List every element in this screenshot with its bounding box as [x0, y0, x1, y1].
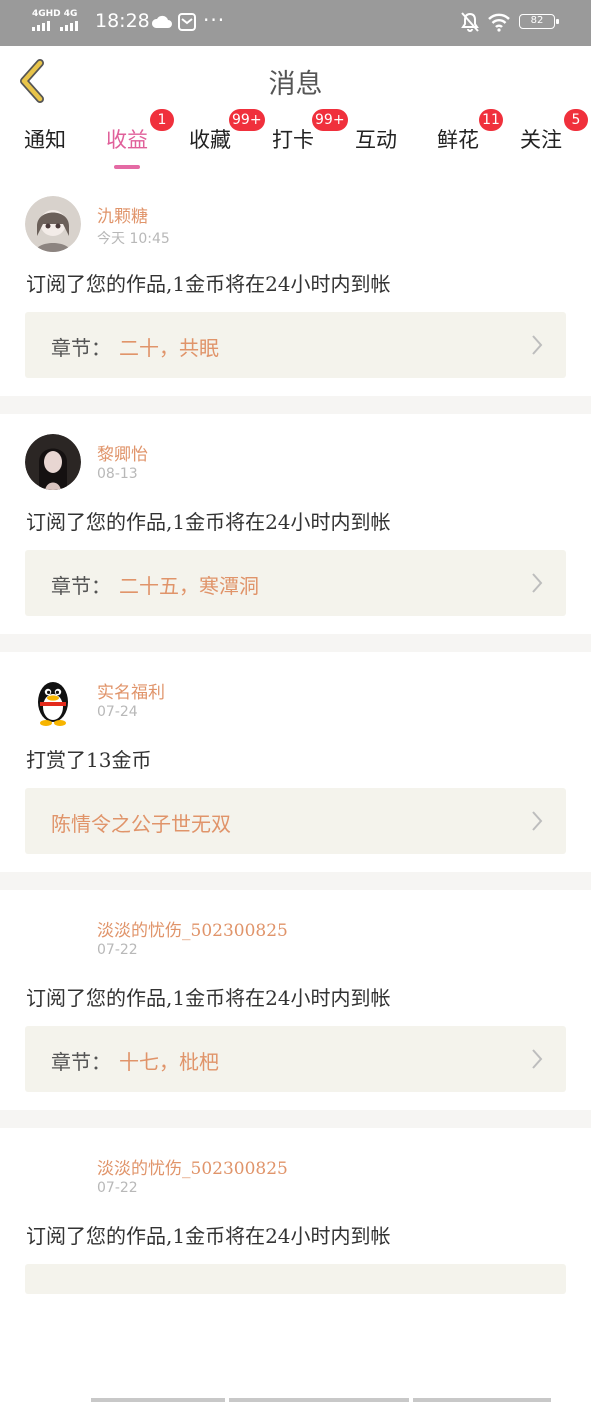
list-item[interactable]: 实名福利 07-24 打赏了13金币 陈情令之公子世无双	[0, 652, 591, 872]
tab-label: 关注	[520, 128, 562, 152]
divider	[0, 396, 591, 414]
chevron-right-icon	[532, 573, 543, 593]
unread-badge: 1	[150, 109, 174, 131]
chapter-label: 章节：	[51, 574, 111, 598]
chapter-link[interactable]: 章节： 二十五，寒潭洞	[25, 550, 566, 616]
tab-label: 鲜花	[437, 128, 479, 152]
sender-name[interactable]: 淡淡的忧伤_502300825	[97, 1154, 288, 1179]
chapter-title: 十七，枇杷	[119, 1050, 219, 1074]
message-date: 07-22	[97, 942, 138, 958]
tab-bar: 通知 收益 1 收藏 99+ 打卡 99+ 互动 鲜花 11 关注 5	[0, 109, 591, 169]
chapter-title: 二十五，寒潭洞	[119, 574, 259, 598]
list-item[interactable]: 淡淡的忧伤_502300825 07-22 订阅了您的作品,1金币将在24小时内…	[0, 1128, 591, 1402]
list-item[interactable]: 淡淡的忧伤_502300825 07-22 订阅了您的作品,1金币将在24小时内…	[0, 890, 591, 1110]
message-date: 07-24	[97, 704, 138, 720]
chevron-right-icon	[532, 335, 543, 355]
unread-badge: 11	[479, 109, 503, 131]
loading-bar	[91, 1398, 551, 1402]
sender-name[interactable]: 氿颗糖	[97, 202, 148, 227]
chapter-link[interactable]	[25, 1264, 566, 1402]
tab-checkin[interactable]: 打卡 99+	[272, 109, 348, 154]
message-date: 07-22	[97, 1180, 138, 1196]
chevron-right-icon	[532, 811, 543, 831]
tab-interaction[interactable]: 互动	[355, 124, 397, 154]
message-date: 08-13	[97, 466, 138, 482]
divider	[0, 634, 591, 652]
sender-name[interactable]: 淡淡的忧伤_502300825	[97, 916, 288, 941]
network-type: 4GHD 4G	[32, 9, 78, 19]
tab-label: 收藏	[189, 128, 231, 152]
tab-follow[interactable]: 关注 5	[520, 109, 588, 154]
message-text: 打赏了13金币	[26, 748, 152, 772]
message-text: 订阅了您的作品,1金币将在24小时内到帐	[26, 272, 391, 296]
mail-icon	[178, 13, 196, 31]
unread-badge: 99+	[229, 109, 265, 131]
tab-notice[interactable]: 通知	[24, 124, 66, 154]
message-text: 订阅了您的作品,1金币将在24小时内到帐	[26, 1224, 391, 1248]
chapter-title: 二十，共眠	[119, 336, 219, 360]
header: 消息	[0, 46, 591, 116]
muted-bell-icon	[461, 12, 479, 32]
signal-bars-icon	[32, 21, 78, 31]
divider	[0, 1110, 591, 1128]
wifi-icon	[488, 13, 510, 32]
chevron-right-icon	[532, 1049, 543, 1069]
list-item[interactable]: 氿颗糖 今天 10:45 订阅了您的作品,1金币将在24小时内到帐 章节： 二十…	[0, 176, 591, 396]
tab-label: 打卡	[272, 128, 314, 152]
work-link[interactable]: 陈情令之公子世无双	[25, 788, 566, 854]
avatar[interactable]	[25, 910, 81, 966]
chapter-label: 章节：	[51, 336, 111, 360]
tab-label: 通知	[24, 128, 66, 152]
sender-name[interactable]: 实名福利	[97, 678, 165, 703]
chapter-link[interactable]: 章节： 十七，枇杷	[25, 1026, 566, 1092]
list-item[interactable]: 黎卿怡 08-13 订阅了您的作品,1金币将在24小时内到帐 章节： 二十五，寒…	[0, 414, 591, 634]
avatar[interactable]	[25, 1148, 81, 1204]
tab-label: 互动	[355, 128, 397, 152]
message-list: 氿颗糖 今天 10:45 订阅了您的作品,1金币将在24小时内到帐 章节： 二十…	[0, 176, 591, 1402]
more-notifications-icon: ···	[203, 8, 226, 32]
tab-label: 收益	[106, 128, 148, 152]
signal-indicator: 4GHD 4G	[32, 10, 78, 31]
tab-favorites[interactable]: 收藏 99+	[189, 109, 265, 154]
tab-flowers[interactable]: 鲜花 11	[437, 109, 503, 154]
message-text: 订阅了您的作品,1金币将在24小时内到帐	[26, 510, 391, 534]
tab-earnings[interactable]: 收益 1	[106, 109, 174, 169]
penguin-avatar[interactable]	[25, 672, 81, 728]
battery-indicator: 82	[519, 14, 559, 29]
sender-name[interactable]: 黎卿怡	[97, 440, 148, 465]
page-title: 消息	[268, 69, 323, 100]
message-text: 订阅了您的作品,1金币将在24小时内到帐	[26, 986, 391, 1010]
divider	[0, 872, 591, 890]
status-bar: 4GHD 4G 18:28 ··· 82	[0, 0, 591, 46]
unread-badge: 5	[564, 109, 588, 131]
avatar[interactable]	[25, 434, 81, 490]
clock: 18:28	[95, 10, 150, 32]
work-title: 陈情令之公子世无双	[51, 812, 231, 836]
message-date: 今天 10:45	[97, 231, 170, 247]
active-tab-indicator	[114, 165, 140, 169]
chapter-link[interactable]: 章节： 二十，共眠	[25, 312, 566, 378]
avatar[interactable]	[25, 196, 81, 252]
unread-badge: 99+	[312, 109, 348, 131]
cloud-icon	[151, 15, 172, 28]
chapter-label: 章节：	[51, 1050, 111, 1074]
